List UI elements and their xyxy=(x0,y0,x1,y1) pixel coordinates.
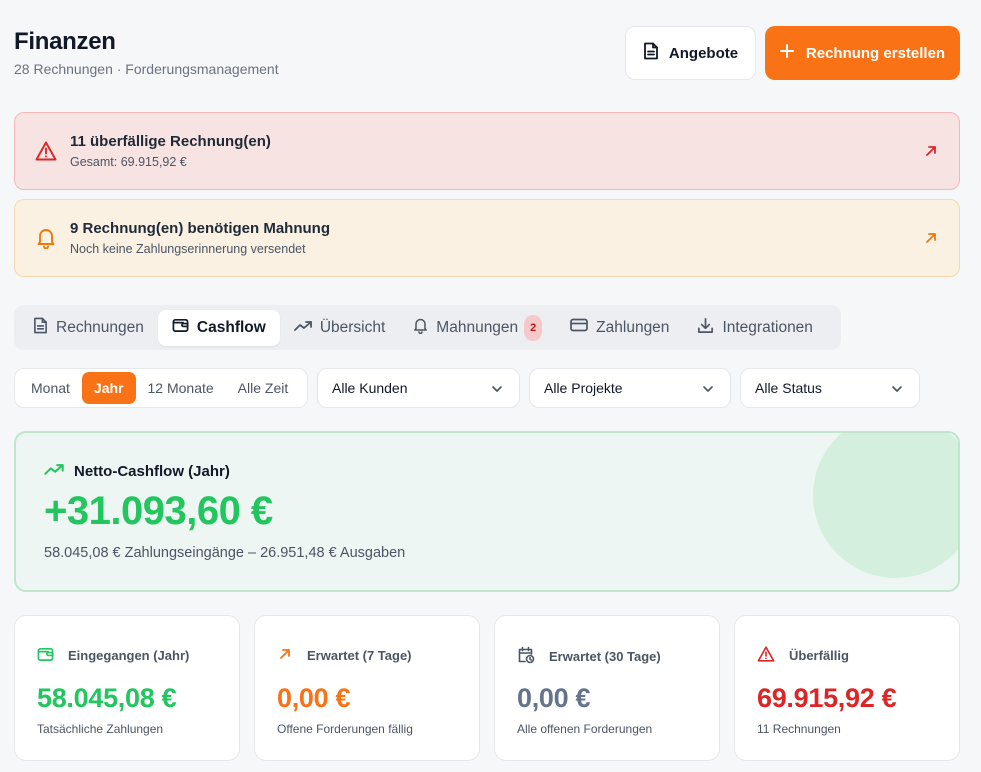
create-invoice-label: Rechnung erstellen xyxy=(805,44,946,62)
stat-card-value: 69.915,92 € xyxy=(757,683,897,713)
page-title: Finanzen xyxy=(14,28,116,55)
stat-card-title: Eingegangen (Jahr) xyxy=(68,648,190,663)
tab-cashflow[interactable]: Cashflow xyxy=(157,309,280,346)
overdue-alert-title: 11 überfällige Rechnung(en) xyxy=(70,133,271,150)
stat-card-title: Überfällig xyxy=(789,648,849,663)
wallet-icon xyxy=(37,646,54,665)
tab-mahnungen[interactable]: Mahnungen 2 xyxy=(399,310,556,346)
decorative-blob xyxy=(813,433,958,578)
net-cashflow-card: Netto-Cashflow (Jahr) +31.093,60 € 58.04… xyxy=(14,431,960,592)
alert-triangle-icon xyxy=(35,140,57,162)
stat-card-received: Eingegangen (Jahr) 58.045,08 € Tatsächli… xyxy=(14,615,240,761)
net-cashflow-title: Netto-Cashflow (Jahr) xyxy=(74,463,230,480)
document-icon xyxy=(643,42,659,64)
chevron-down-icon xyxy=(891,382,903,394)
mahnungen-count-badge: 2 xyxy=(524,314,543,341)
chevron-down-icon xyxy=(491,382,503,394)
chevron-down-icon xyxy=(702,382,714,394)
tab-integrationen[interactable]: Integrationen xyxy=(683,310,827,346)
alert-triangle-icon xyxy=(757,646,775,665)
bell-icon xyxy=(35,227,57,249)
stat-card-header: Erwartet (7 Tage) xyxy=(277,646,412,665)
stat-card-expected-30d: Erwartet (30 Tage) 0,00 € Alle offenen F… xyxy=(494,615,720,761)
period-12-months[interactable]: 12 Monate xyxy=(136,372,226,404)
create-invoice-button[interactable]: Rechnung erstellen xyxy=(765,26,960,80)
plus-icon xyxy=(779,44,794,62)
stat-card-value: 58.045,08 € xyxy=(37,683,177,713)
stat-card-header: Überfällig xyxy=(757,646,849,665)
offers-button[interactable]: Angebote xyxy=(625,26,756,80)
stat-card-sub: Alle offenen Forderungen xyxy=(517,722,653,736)
stat-card-value: 0,00 € xyxy=(277,683,351,713)
tab-uebersicht[interactable]: Übersicht xyxy=(280,310,399,346)
tab-label: Cashflow xyxy=(196,318,266,336)
document-icon xyxy=(33,317,48,339)
arrow-up-right-icon[interactable] xyxy=(923,143,939,159)
offers-button-label: Angebote xyxy=(668,44,739,62)
page-subtitle: 28 Rechnungen · Forderungsmanagement xyxy=(14,61,279,77)
reminder-alert-title: 9 Rechnung(en) benötigen Mahnung xyxy=(70,220,330,237)
trending-up-icon xyxy=(293,319,312,337)
stat-card-value: 0,00 € xyxy=(517,683,591,713)
stat-card-title: Erwartet (7 Tage) xyxy=(307,648,412,663)
overdue-alert-sub: Gesamt: 69.915,92 € xyxy=(70,155,187,169)
wallet-icon xyxy=(172,317,189,338)
stat-card-sub: 11 Rechnungen xyxy=(757,722,841,736)
bell-icon xyxy=(413,317,428,339)
finance-tabs: Rechnungen Cashflow Übersicht Mahnungen … xyxy=(14,305,841,350)
stat-card-overdue: Überfällig 69.915,92 € 11 Rechnungen xyxy=(734,615,960,761)
tab-zahlungen[interactable]: Zahlungen xyxy=(556,310,683,346)
project-filter-select[interactable]: Alle Projekte xyxy=(529,368,731,408)
tab-label: Integrationen xyxy=(722,318,813,336)
stat-card-sub: Offene Forderungen fällig xyxy=(277,722,413,736)
trending-up-icon xyxy=(44,463,64,480)
status-filter-value: Alle Status xyxy=(755,380,822,396)
tab-rechnungen[interactable]: Rechnungen xyxy=(19,310,158,346)
credit-card-icon xyxy=(570,318,589,337)
tab-label: Mahnungen xyxy=(436,318,519,336)
tab-label: Übersicht xyxy=(319,318,386,336)
tab-label: Zahlungen xyxy=(596,318,670,336)
period-selector: Monat Jahr 12 Monate Alle Zeit xyxy=(14,368,308,408)
net-cashflow-label: Netto-Cashflow (Jahr) xyxy=(44,463,230,480)
stat-card-sub: Tatsächliche Zahlungen xyxy=(37,722,164,736)
period-all-time[interactable]: Alle Zeit xyxy=(226,372,301,404)
arrow-up-right-icon xyxy=(277,646,293,665)
download-icon xyxy=(697,317,714,339)
arrow-up-right-icon[interactable] xyxy=(923,230,939,246)
stat-card-header: Eingegangen (Jahr) xyxy=(37,646,189,665)
reminder-alert-sub: Noch keine Zahlungserinnerung versendet xyxy=(70,242,306,256)
page-header: Finanzen 28 Rechnungen · Forderungsmanag… xyxy=(14,26,279,77)
overdue-alert[interactable]: 11 überfällige Rechnung(en) Gesamt: 69.9… xyxy=(14,112,960,190)
calendar-clock-icon xyxy=(517,646,535,667)
stat-card-title: Erwartet (30 Tage) xyxy=(549,649,661,664)
stat-card-header: Erwartet (30 Tage) xyxy=(517,646,661,667)
net-cashflow-value: +31.093,60 € xyxy=(44,489,273,533)
period-year[interactable]: Jahr xyxy=(81,372,136,404)
reminder-alert[interactable]: 9 Rechnung(en) benötigen Mahnung Noch ke… xyxy=(14,199,960,277)
period-month[interactable]: Monat xyxy=(19,372,82,404)
project-filter-value: Alle Projekte xyxy=(544,380,623,396)
customer-filter-select[interactable]: Alle Kunden xyxy=(317,368,520,408)
tab-label: Rechnungen xyxy=(56,318,144,336)
customer-filter-value: Alle Kunden xyxy=(332,380,408,396)
stat-card-expected-7d: Erwartet (7 Tage) 0,00 € Offene Forderun… xyxy=(254,615,480,761)
status-filter-select[interactable]: Alle Status xyxy=(740,368,920,408)
net-cashflow-breakdown: 58.045,08 € Zahlungseingänge – 26.951,48… xyxy=(44,545,406,561)
